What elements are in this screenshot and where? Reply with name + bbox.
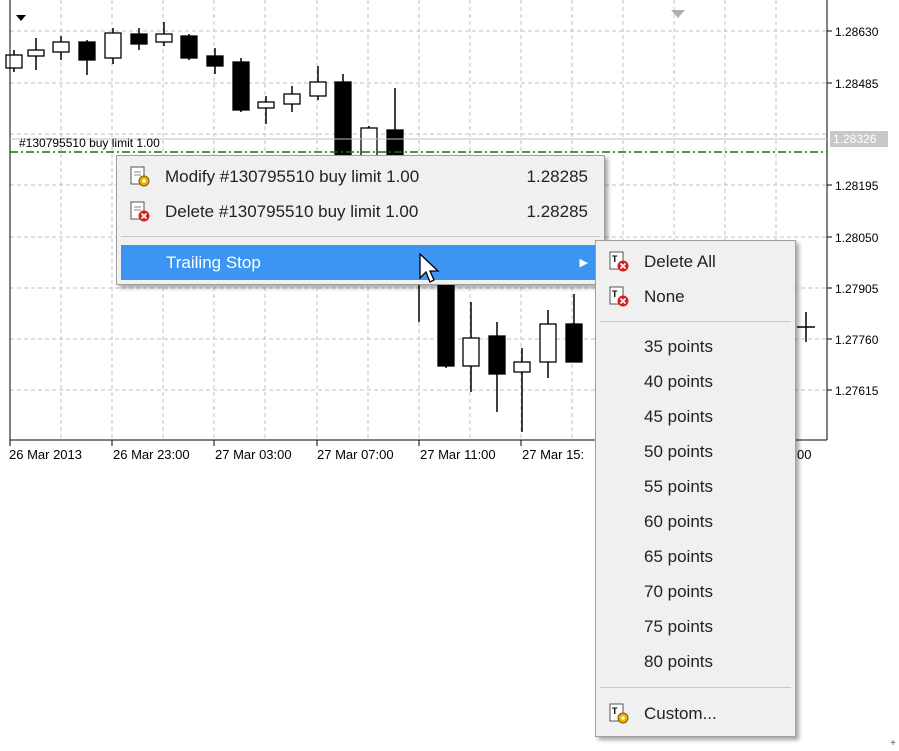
- trailing-points-item[interactable]: 45 points: [596, 400, 795, 434]
- candle-body: [386, 129, 404, 159]
- delete-order-label: Delete #130795510 buy limit 1.00: [165, 202, 419, 221]
- candle-body: [206, 55, 224, 67]
- time-label: 00: [797, 447, 812, 462]
- trailing-stop-item[interactable]: Trailing Stop ▶: [121, 245, 600, 280]
- delete-order-price: 1.28285: [526, 202, 588, 221]
- time-label: 26 Mar 23:00: [113, 447, 190, 462]
- points-label: 75 points: [644, 617, 713, 636]
- trailing-points-item[interactable]: 35 points: [596, 330, 795, 364]
- candle-body: [283, 93, 301, 105]
- chart-shift-marker-icon: [16, 15, 26, 21]
- trailing-points-item[interactable]: 70 points: [596, 575, 795, 609]
- points-label: 70 points: [644, 582, 713, 601]
- candle-body: [488, 335, 506, 375]
- order-context-menu: Modify #130795510 buy limit 1.00 1.28285…: [116, 155, 605, 285]
- modify-order-icon: [129, 166, 151, 188]
- trailing-delete-all-item[interactable]: T Delete All: [596, 245, 795, 279]
- delete-order-item[interactable]: Delete #130795510 buy limit 1.00 1.28285: [117, 195, 604, 229]
- candle-body: [180, 35, 198, 59]
- points-label: 35 points: [644, 337, 713, 356]
- trailing-points-item[interactable]: 50 points: [596, 435, 795, 469]
- points-label: 40 points: [644, 372, 713, 391]
- resize-grip-icon: +: [890, 738, 896, 749]
- trailing-points-item[interactable]: 55 points: [596, 470, 795, 504]
- candle-body: [27, 49, 45, 57]
- points-label: 45 points: [644, 407, 713, 426]
- price-label: 1.27615: [835, 384, 879, 398]
- svg-text:T: T: [612, 289, 618, 299]
- points-label: 50 points: [644, 442, 713, 461]
- modify-order-price: 1.28285: [526, 167, 588, 186]
- candle-body: [309, 81, 327, 97]
- points-label: 55 points: [644, 477, 713, 496]
- trailing-points-item[interactable]: 65 points: [596, 540, 795, 574]
- time-label: 27 Mar 07:00: [317, 447, 394, 462]
- price-label: 1.27760: [835, 333, 879, 347]
- candle-body: [334, 81, 352, 159]
- trailing-points-item[interactable]: 75 points: [596, 610, 795, 644]
- time-label: 27 Mar 03:00: [215, 447, 292, 462]
- candle-body: [52, 41, 70, 53]
- points-label: 60 points: [644, 512, 713, 531]
- candle-body: [565, 323, 583, 363]
- candle-body: [513, 361, 531, 373]
- current-price-badge: 1.28326: [830, 131, 888, 147]
- trailing-points-item[interactable]: 80 points: [596, 645, 795, 679]
- trailing-stop-label: Trailing Stop: [166, 252, 261, 272]
- candle-body: [437, 283, 455, 367]
- trailing-none-label: None: [644, 287, 685, 306]
- trailing-custom-label: Custom...: [644, 704, 717, 723]
- svg-text:T: T: [612, 706, 618, 716]
- trailing-delete-all-label: Delete All: [644, 252, 716, 271]
- trailing-points-item[interactable]: 60 points: [596, 505, 795, 539]
- points-label: 80 points: [644, 652, 713, 671]
- price-label: 1.27905: [835, 282, 879, 296]
- price-label: 1.28485: [835, 77, 879, 91]
- svg-text:T: T: [612, 254, 618, 264]
- trailing-points-item[interactable]: 40 points: [596, 365, 795, 399]
- order-line-label[interactable]: #130795510 buy limit 1.00: [19, 136, 160, 150]
- menu-separator: [121, 236, 600, 237]
- candle-body: [78, 41, 96, 61]
- time-label: 26 Mar 2013: [9, 447, 82, 462]
- menu-separator: [600, 321, 791, 322]
- trailing-delete-icon: T: [608, 251, 630, 273]
- price-label: 1.28630: [835, 25, 879, 39]
- time-label: 27 Mar 11:00: [420, 447, 496, 462]
- trailing-custom-item[interactable]: T Custom...: [596, 697, 795, 731]
- trailing-stop-submenu: T Delete All T None 35 points 40 points …: [595, 240, 796, 737]
- price-label: 1.28050: [835, 231, 879, 245]
- modify-order-item[interactable]: Modify #130795510 buy limit 1.00 1.28285: [117, 160, 604, 194]
- candle-body: [539, 323, 557, 363]
- candle-body: [155, 33, 173, 43]
- candle-body: [232, 61, 250, 111]
- trailing-none-item[interactable]: T None: [596, 280, 795, 314]
- trailing-delete-icon: T: [608, 286, 630, 308]
- mouse-cursor-icon: [419, 253, 440, 283]
- candle-body: [462, 337, 480, 367]
- candle-body: [130, 33, 148, 45]
- time-label: 27 Mar 15:: [522, 447, 585, 462]
- submenu-arrow-icon: ▶: [579, 257, 588, 269]
- menu-separator: [600, 687, 791, 688]
- price-label: 1.28195: [835, 179, 879, 193]
- candle-body: [257, 101, 275, 109]
- candle-body: [104, 32, 122, 59]
- chart-scroll-marker-icon: [671, 10, 685, 18]
- delete-order-icon: [129, 201, 151, 223]
- trailing-custom-icon: T: [608, 703, 630, 725]
- modify-order-label: Modify #130795510 buy limit 1.00: [165, 167, 420, 186]
- candle-body: [5, 54, 23, 69]
- points-label: 65 points: [644, 547, 713, 566]
